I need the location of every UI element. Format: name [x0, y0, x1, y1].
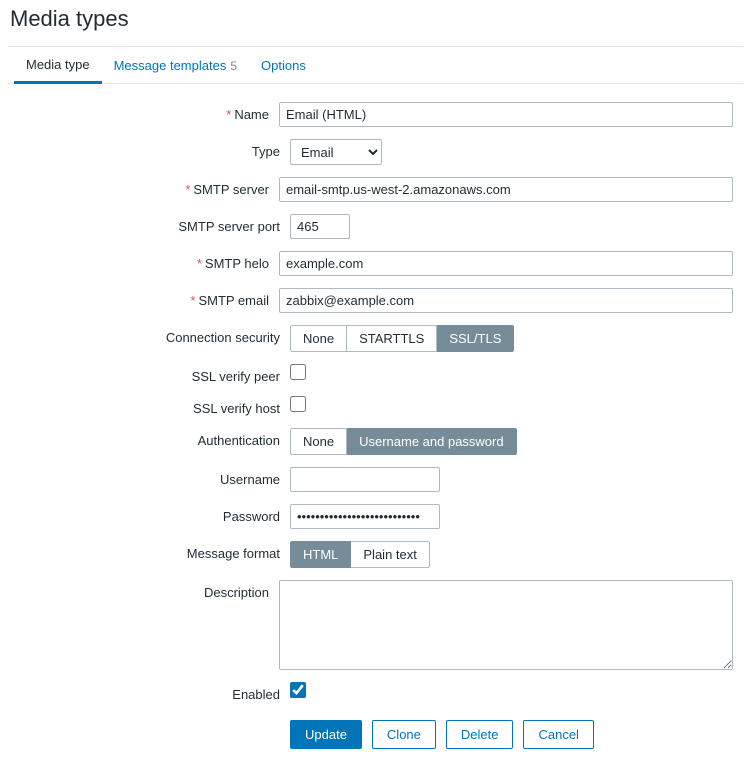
label-smtp-server-port: SMTP server port — [18, 214, 290, 234]
name-input[interactable] — [279, 102, 733, 127]
label-smtp-email: *SMTP email — [18, 288, 279, 308]
tab-label: Options — [261, 58, 306, 73]
conn-sec-starttls[interactable]: STARTTLS — [347, 325, 437, 352]
tab-options[interactable]: Options — [249, 48, 318, 82]
smtp-server-port-input[interactable] — [290, 214, 350, 239]
tabs: Media type Message templates 5 Options — [8, 47, 743, 84]
tab-label: Message templates — [114, 58, 227, 73]
tab-media-type[interactable]: Media type — [14, 47, 102, 84]
message-format-segment: HTML Plain text — [290, 541, 430, 568]
clone-button[interactable]: Clone — [372, 720, 436, 749]
delete-button[interactable]: Delete — [446, 720, 514, 749]
connection-security-segment: None STARTTLS SSL/TLS — [290, 325, 514, 352]
auth-none[interactable]: None — [290, 428, 347, 455]
conn-sec-ssltls[interactable]: SSL/TLS — [437, 325, 514, 352]
label-password: Password — [18, 504, 290, 524]
ssl-verify-host-checkbox[interactable] — [290, 396, 306, 412]
cancel-button[interactable]: Cancel — [523, 720, 593, 749]
label-description: Description — [18, 580, 279, 600]
smtp-server-input[interactable] — [279, 177, 733, 202]
label-enabled: Enabled — [18, 682, 290, 702]
tab-label: Media type — [26, 57, 90, 72]
label-username: Username — [18, 467, 290, 487]
authentication-segment: None Username and password — [290, 428, 517, 455]
label-message-format: Message format — [18, 541, 290, 561]
label-ssl-verify-host: SSL verify host — [18, 396, 290, 416]
label-connection-security: Connection security — [18, 325, 290, 345]
label-authentication: Authentication — [18, 428, 290, 448]
page-title: Media types — [0, 0, 751, 46]
smtp-helo-input[interactable] — [279, 251, 733, 276]
label-smtp-helo: *SMTP helo — [18, 251, 279, 271]
conn-sec-none[interactable]: None — [290, 325, 347, 352]
username-input[interactable] — [290, 467, 440, 492]
smtp-email-input[interactable] — [279, 288, 733, 313]
tab-message-templates[interactable]: Message templates 5 — [102, 48, 249, 82]
form: *Name Type Email *SMTP server SMTP serve… — [8, 84, 743, 777]
ssl-verify-peer-checkbox[interactable] — [290, 364, 306, 380]
auth-username-password[interactable]: Username and password — [347, 428, 517, 455]
label-name: *Name — [18, 102, 279, 122]
msg-format-plaintext[interactable]: Plain text — [351, 541, 429, 568]
description-textarea[interactable] — [279, 580, 733, 670]
enabled-checkbox[interactable] — [290, 682, 306, 698]
password-input[interactable] — [290, 504, 440, 529]
label-ssl-verify-peer: SSL verify peer — [18, 364, 290, 384]
msg-format-html[interactable]: HTML — [290, 541, 351, 568]
type-select[interactable]: Email — [290, 139, 382, 165]
label-type: Type — [18, 139, 290, 159]
tab-count: 5 — [230, 59, 237, 73]
label-smtp-server: *SMTP server — [18, 177, 279, 197]
update-button[interactable]: Update — [290, 720, 362, 749]
form-actions: Update Clone Delete Cancel — [290, 714, 733, 767]
form-panel: Media type Message templates 5 Options *… — [8, 46, 743, 777]
